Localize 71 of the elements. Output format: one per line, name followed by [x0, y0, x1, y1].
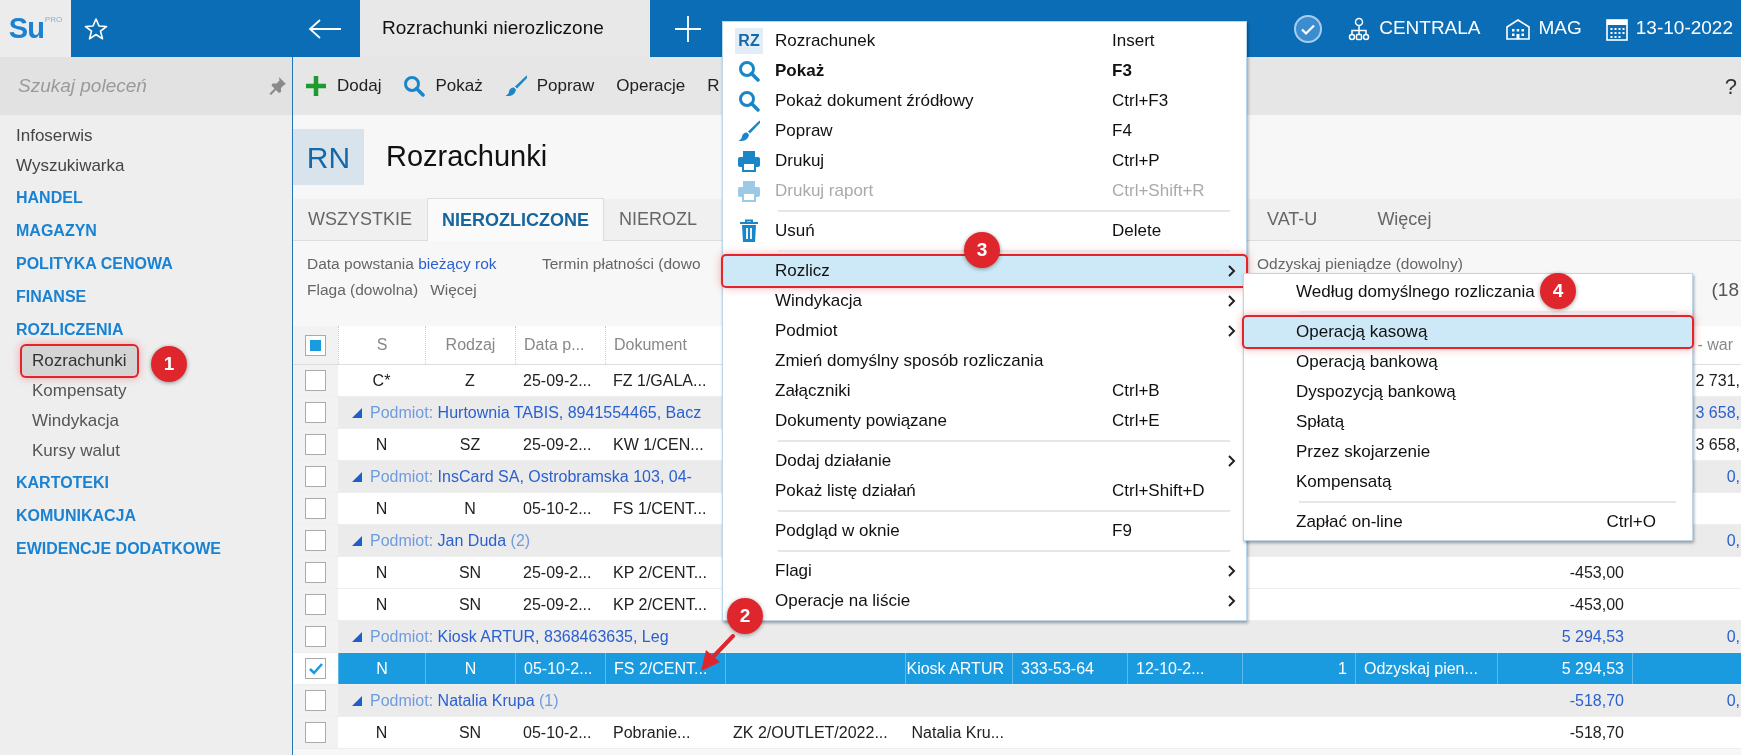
shortcut-text: F3: [1112, 60, 1133, 83]
module-badge-icon: RZ: [735, 28, 763, 54]
table-cell-text: FZ 1/GALA...: [613, 370, 707, 391]
shortcut-text: Ctrl+Shift+D: [1112, 480, 1206, 503]
group-total: 0,: [1726, 466, 1740, 487]
group-title: Podmiot: Hurtownia TABIS, 8941554465, Bacz: [370, 402, 702, 423]
table-cell-text: 25-09-2...: [523, 562, 592, 583]
table-cell-text: 3 658,: [1695, 434, 1740, 455]
table-cell-text: SN: [458, 722, 482, 743]
table-cell-text: C*: [372, 370, 391, 391]
shortcut-text: Ctrl+P: [1112, 150, 1161, 173]
table-cell-text: 333-53-64: [1021, 658, 1094, 679]
group-title: Podmiot: InsCard SA, Ostrobramska 103, 04-: [370, 466, 692, 487]
table-cell-text: 25-09-2...: [523, 434, 592, 455]
table-cell-text: 25-09-2...: [523, 594, 592, 615]
table-cell-text: ZK 2/OUTLET/2022...: [733, 722, 888, 743]
group-total: 5 294,53: [1561, 626, 1624, 647]
table-cell-text: Odzyskaj pien...: [1364, 658, 1478, 679]
table-cell-text: SZ: [459, 434, 481, 455]
table-cell-text: -453,00: [1569, 562, 1624, 583]
table-cell-text: KP 2/CENT...: [613, 562, 707, 583]
table-cell-text: N: [375, 594, 388, 615]
table-cell-text: SN: [458, 594, 482, 615]
table-cell-text: N: [375, 498, 388, 519]
group-total: 3 658,: [1695, 402, 1740, 423]
table-cell-text: Pobranie...: [613, 722, 691, 743]
shortcut-text: Ctrl+Shift+R: [1112, 180, 1206, 203]
shortcut-text: Ctrl+F3: [1112, 90, 1170, 113]
shortcut-text: Insert: [1112, 30, 1156, 53]
shortcut-text: Ctrl+O: [1606, 511, 1656, 534]
table-cell-text: Z: [465, 370, 475, 391]
group-title: Podmiot: Jan Duda (2): [370, 530, 531, 551]
logo-badge-text: PRO: [44, 14, 63, 26]
table-cell-text: FS 1/CENT...: [613, 498, 707, 519]
table-cell-text: N: [375, 562, 388, 583]
table-cell-text: KW 1/CEN...: [613, 434, 704, 455]
group-title: Podmiot: Kiosk ARTUR, 8368463635, Leg: [370, 626, 669, 647]
table-cell-text: SN: [458, 562, 482, 583]
table-cell-text: 05-10-2...: [524, 658, 593, 679]
table-cell-text: 25-09-2...: [523, 370, 592, 391]
table-cell-text: 12-10-2...: [1136, 658, 1205, 679]
table-cell-text: FS 2/CENT...: [614, 658, 708, 679]
table-cell-text: -518,70: [1569, 722, 1624, 743]
table-cell-text: N: [464, 498, 476, 519]
table-cell-text: 5 294,53: [1561, 658, 1624, 679]
group-title: Podmiot: Natalia Krupa (1): [370, 690, 559, 711]
group-total: 0,: [1726, 626, 1740, 647]
table-cell-text: 05-10-2...: [523, 722, 592, 743]
table-cell-text: N: [464, 658, 477, 679]
table-cell-text: Kiosk ARTUR: [906, 658, 1004, 679]
table-cell-text: KP 2/CENT...: [613, 594, 707, 615]
table-cell-text: -453,00: [1569, 594, 1624, 615]
group-total: 0,: [1726, 530, 1740, 551]
table-cell-text: 1: [1338, 658, 1347, 679]
record-count: (18: [1711, 277, 1740, 302]
logo-text: Su: [8, 14, 44, 43]
table-cell-text: 05-10-2...: [523, 498, 592, 519]
table-cell-text: N: [376, 658, 388, 679]
shortcut-text: F4: [1112, 120, 1133, 143]
table-cell-text: Natalia Kru...: [911, 722, 1004, 743]
shortcut-text: F9: [1112, 520, 1133, 543]
page-title: Rozrachunki: [386, 139, 548, 175]
table-cell-text: N: [375, 722, 388, 743]
shortcut-text: Ctrl+E: [1112, 410, 1161, 433]
group-total: -518,70: [1569, 690, 1624, 711]
module-badge: RN: [293, 129, 364, 185]
shortcut-text: Ctrl+B: [1112, 380, 1161, 403]
group-total: 0,: [1726, 690, 1740, 711]
shortcut-text: Delete: [1112, 220, 1163, 243]
table-cell-text: N: [375, 434, 388, 455]
table-cell-text: 2 731,: [1695, 370, 1740, 391]
